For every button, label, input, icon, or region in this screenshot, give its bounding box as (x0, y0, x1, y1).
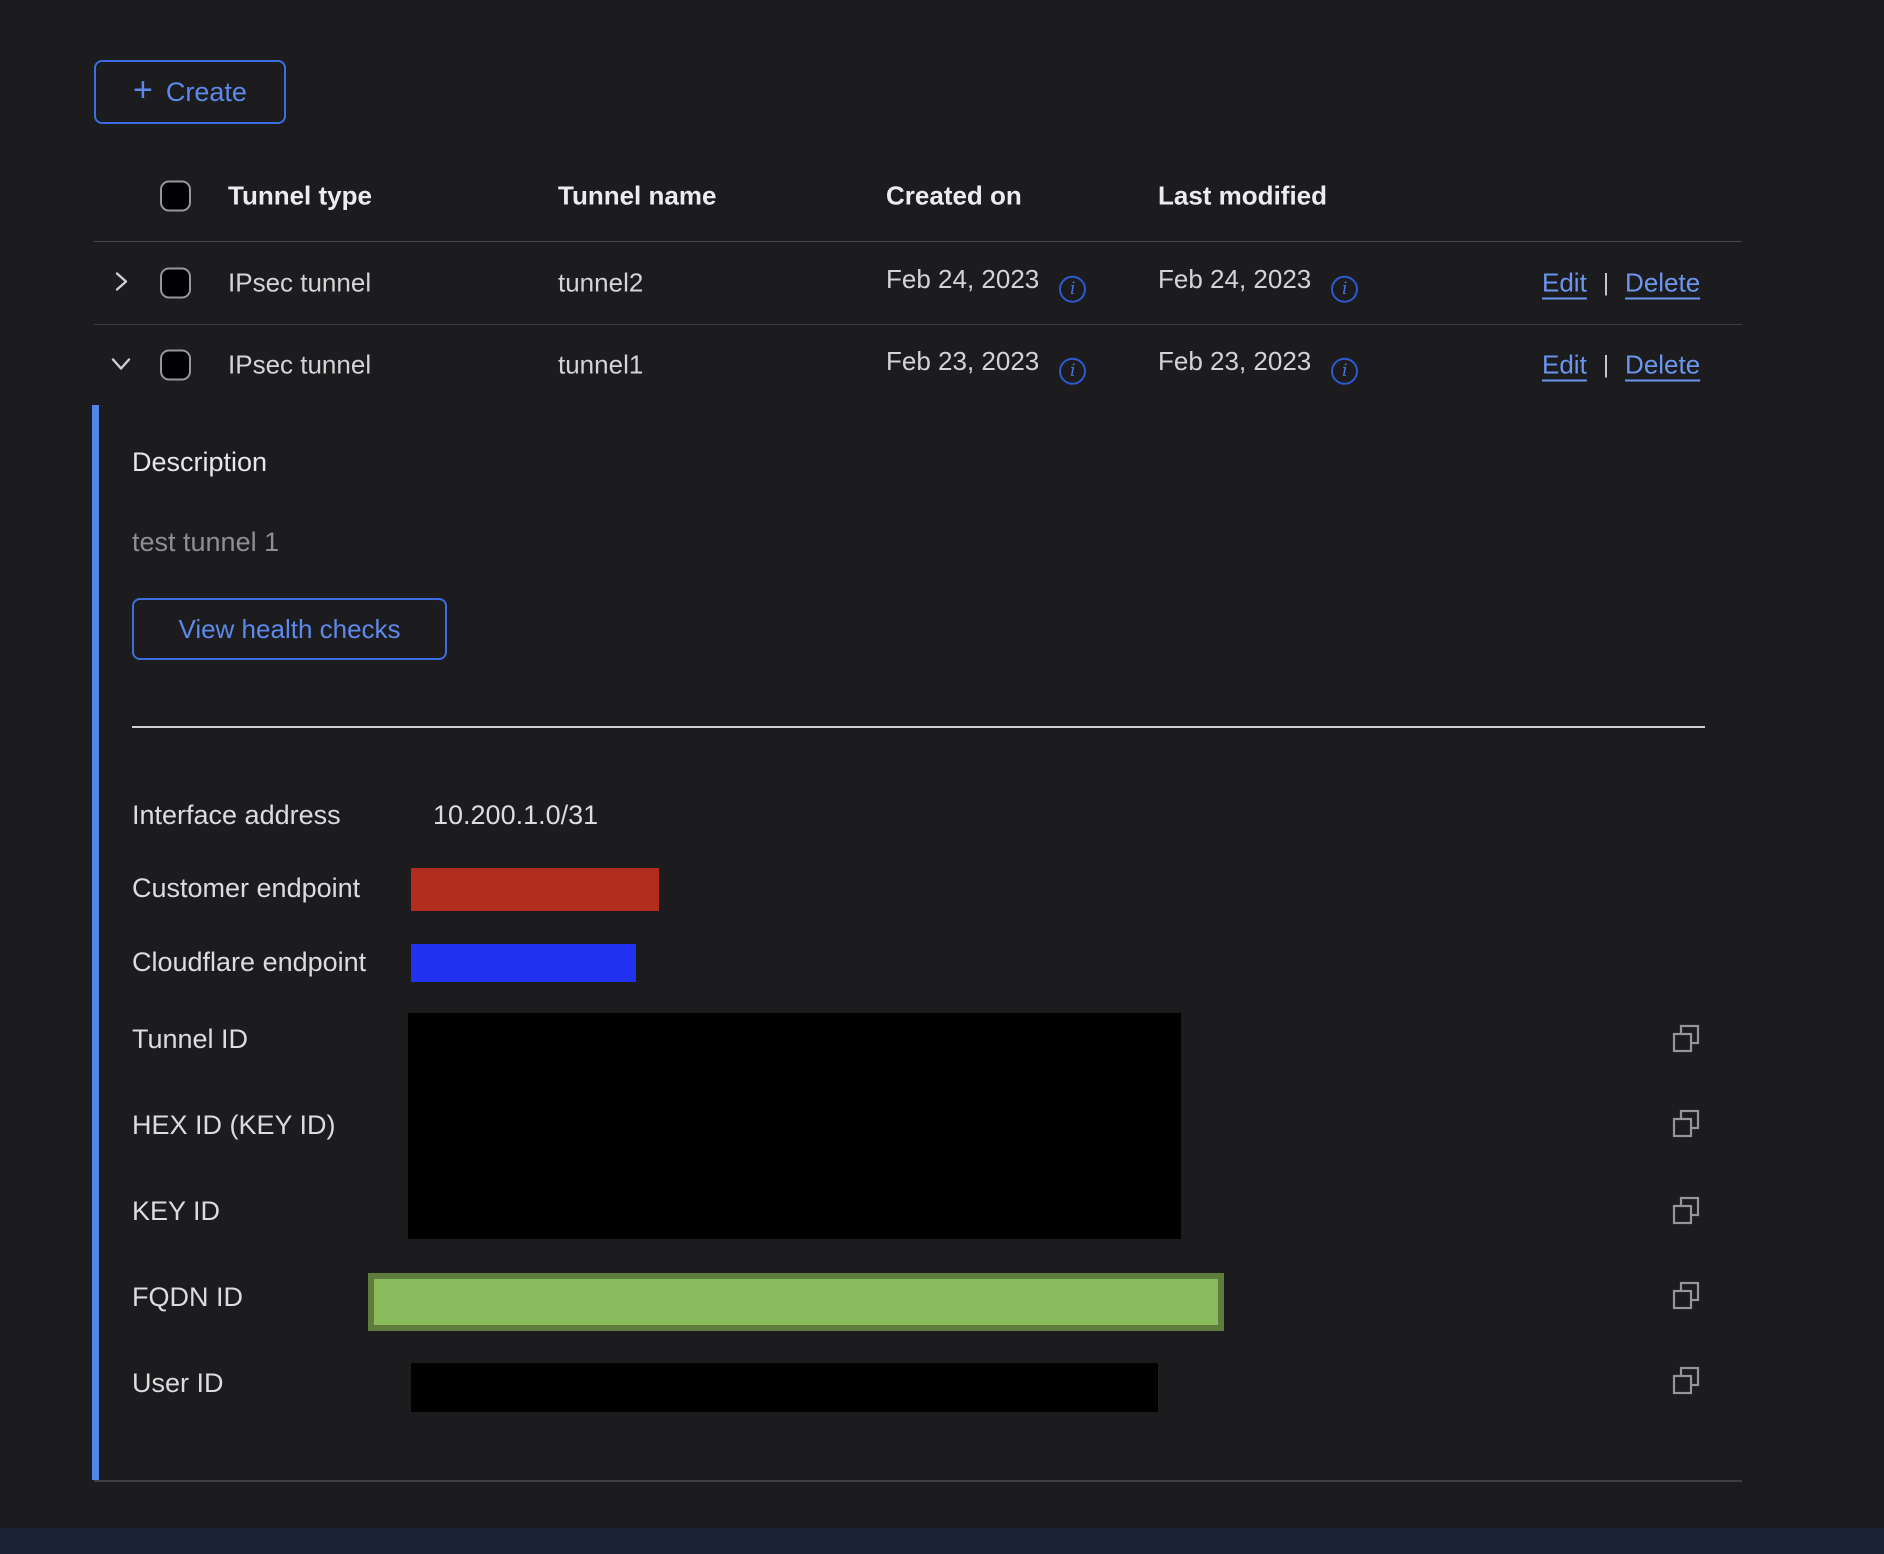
key-id-label: KEY ID (132, 1196, 220, 1227)
description-label: Description (132, 447, 267, 478)
info-icon[interactable]: i (1331, 275, 1358, 302)
user-id-redaction (411, 1363, 1158, 1412)
created-on-value: Feb 23, 2023 (886, 346, 1039, 376)
select-all-checkbox[interactable] (160, 180, 191, 211)
fqdn-id-label: FQDN ID (132, 1282, 243, 1313)
header-tunnel-type: Tunnel type (228, 180, 372, 211)
copy-icon[interactable] (1669, 1023, 1703, 1057)
tunnel-id-label: Tunnel ID (132, 1024, 248, 1055)
info-icon[interactable]: i (1059, 275, 1086, 302)
expanded-accent-bar (92, 405, 99, 1480)
tunnel-name-cell: tunnel1 (558, 350, 643, 381)
edit-link[interactable]: Edit (1542, 268, 1587, 299)
table-header-row: Tunnel type Tunnel name Created on Last … (94, 150, 1742, 242)
action-separator: | (1603, 351, 1609, 379)
tunnels-page: + Create Tunnel type Tunnel name Created… (0, 0, 1884, 1554)
edit-link[interactable]: Edit (1542, 350, 1587, 381)
last-modified-cell: Feb 24, 2023 i (1158, 264, 1358, 303)
info-icon[interactable]: i (1059, 357, 1086, 384)
create-button-label: Create (166, 77, 247, 108)
chevron-down-icon[interactable] (104, 347, 138, 384)
cloudflare-endpoint-label: Cloudflare endpoint (132, 947, 366, 978)
row-checkbox[interactable] (160, 268, 191, 299)
ids-redaction-block (408, 1013, 1181, 1239)
interface-address-label: Interface address (132, 800, 341, 831)
bottom-strip (0, 1528, 1884, 1554)
created-on-value: Feb 24, 2023 (886, 264, 1039, 294)
hex-id-label: HEX ID (KEY ID) (132, 1110, 336, 1141)
interface-address-value: 10.200.1.0/31 (433, 800, 598, 831)
copy-icon[interactable] (1669, 1280, 1703, 1314)
description-value: test tunnel 1 (132, 527, 279, 558)
tunnel-type-cell: IPsec tunnel (228, 268, 371, 299)
last-modified-value: Feb 24, 2023 (1158, 264, 1311, 294)
row-checkbox[interactable] (160, 350, 191, 381)
header-created-on: Created on (886, 180, 1022, 211)
copy-icon[interactable] (1669, 1108, 1703, 1142)
last-modified-cell: Feb 23, 2023 i (1158, 346, 1358, 385)
view-health-checks-button[interactable]: View health checks (132, 598, 447, 660)
customer-endpoint-redaction (411, 868, 659, 911)
tunnel-type-cell: IPsec tunnel (228, 350, 371, 381)
create-button[interactable]: + Create (94, 60, 286, 124)
fqdn-id-redaction (368, 1273, 1224, 1331)
panel-divider (132, 726, 1705, 728)
table-row: IPsec tunnel tunnel1 Feb 23, 2023 i Feb 2… (94, 325, 1742, 405)
header-tunnel-name: Tunnel name (558, 180, 716, 211)
copy-icon[interactable] (1669, 1365, 1703, 1399)
created-on-cell: Feb 23, 2023 i (886, 346, 1086, 385)
delete-link[interactable]: Delete (1625, 268, 1700, 299)
user-id-label: User ID (132, 1368, 224, 1399)
copy-icon[interactable] (1669, 1195, 1703, 1229)
created-on-cell: Feb 24, 2023 i (886, 264, 1086, 303)
action-separator: | (1603, 269, 1609, 297)
header-last-modified: Last modified (1158, 180, 1327, 211)
delete-link[interactable]: Delete (1625, 350, 1700, 381)
cloudflare-endpoint-redaction (411, 944, 636, 982)
chevron-right-icon[interactable] (104, 265, 138, 302)
tunnel-detail-panel: Description test tunnel 1 View health ch… (94, 405, 1742, 1482)
plus-icon: + (133, 73, 153, 107)
tunnel-name-cell: tunnel2 (558, 268, 643, 299)
info-icon[interactable]: i (1331, 357, 1358, 384)
last-modified-value: Feb 23, 2023 (1158, 346, 1311, 376)
customer-endpoint-label: Customer endpoint (132, 873, 360, 904)
table-row: IPsec tunnel tunnel2 Feb 24, 2023 i Feb 2… (94, 242, 1742, 325)
